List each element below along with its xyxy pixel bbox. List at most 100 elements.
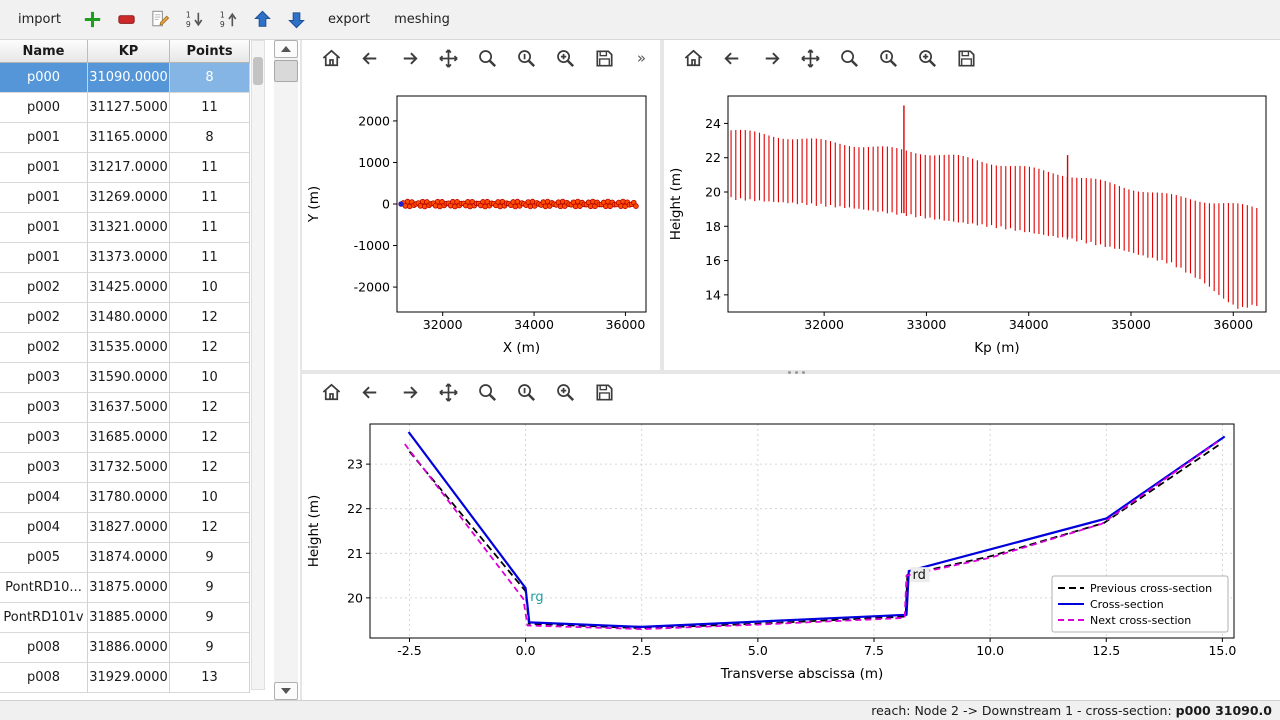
table-row[interactable]: p00831929.000013 xyxy=(0,663,250,693)
table-cell: p001 xyxy=(0,153,88,183)
pan-button[interactable] xyxy=(797,45,823,71)
table-row[interactable]: p00031127.500011 xyxy=(0,93,250,123)
svg-text:7.5: 7.5 xyxy=(864,643,884,658)
move-down-button[interactable] xyxy=(283,6,310,33)
forward-icon xyxy=(760,47,783,70)
cross-section-toolbar-icons xyxy=(318,379,617,405)
pan-button[interactable] xyxy=(435,45,461,71)
table-cell: 31732.5000 xyxy=(88,453,170,483)
sort-ascending-button[interactable]: 19 xyxy=(215,6,242,33)
configure-subplots-button[interactable] xyxy=(875,45,901,71)
edit-axes-button[interactable] xyxy=(552,45,578,71)
cross-section-plot[interactable]: rgrd-2.50.02.55.07.510.012.515.020212223… xyxy=(302,410,1280,700)
table-cell: PontRD10... xyxy=(0,573,88,603)
move-up-button[interactable] xyxy=(249,6,276,33)
table-row[interactable]: p00331685.000012 xyxy=(0,423,250,453)
edit-axes-button[interactable] xyxy=(914,45,940,71)
pan-button[interactable] xyxy=(435,379,461,405)
panel-scrollbar-track[interactable] xyxy=(274,84,298,682)
table-row[interactable]: p00031090.00008 xyxy=(0,63,250,93)
table-row[interactable]: p00331732.500012 xyxy=(0,453,250,483)
table-row[interactable]: p00231480.000012 xyxy=(0,303,250,333)
svg-text:2000: 2000 xyxy=(358,113,390,128)
table-row[interactable]: p00131321.000011 xyxy=(0,213,250,243)
home-button[interactable] xyxy=(318,45,344,71)
edit-axes-button[interactable] xyxy=(552,379,578,405)
panel-scrollbar[interactable] xyxy=(274,40,298,700)
arrow-up-icon xyxy=(281,46,291,52)
toolbar-extension-button[interactable]: » xyxy=(633,49,650,67)
back-button[interactable] xyxy=(357,45,383,71)
sort-descending-button[interactable]: 19 xyxy=(181,6,208,33)
table-cell: p008 xyxy=(0,633,88,663)
table-cell: 11 xyxy=(170,213,250,243)
svg-text:12.5: 12.5 xyxy=(1092,643,1120,658)
table-row[interactable]: p00131165.00008 xyxy=(0,123,250,153)
save-button[interactable] xyxy=(591,45,617,71)
table-cell: PontRD101v xyxy=(0,603,88,633)
scroll-down-button[interactable] xyxy=(274,682,298,700)
edit-icon xyxy=(149,8,172,31)
svg-text:33000: 33000 xyxy=(907,317,947,332)
table-row[interactable]: p00431780.000010 xyxy=(0,483,250,513)
splitter-handle[interactable] xyxy=(788,369,805,375)
home-button[interactable] xyxy=(680,45,706,71)
column-header-name[interactable]: Name xyxy=(0,40,88,62)
table-row[interactable]: p00131217.000011 xyxy=(0,153,250,183)
table-cell: 11 xyxy=(170,93,250,123)
table-row[interactable]: p00231425.000010 xyxy=(0,273,250,303)
configure-subplots-button[interactable] xyxy=(513,45,539,71)
plan-view-plot[interactable]: 320003400036000-2000-1000010002000X (m)Y… xyxy=(302,76,660,370)
forward-button[interactable] xyxy=(396,45,422,71)
table-row[interactable]: p00131269.000011 xyxy=(0,183,250,213)
table-cell: 31590.0000 xyxy=(88,363,170,393)
remove-button[interactable] xyxy=(113,6,140,33)
table-scrollbar-thumb[interactable] xyxy=(253,57,263,85)
table-row[interactable]: p00131373.000011 xyxy=(0,243,250,273)
cross-sections-table: Name KP Points p00031090.00008p00031127.… xyxy=(0,40,250,693)
profile-plot[interactable]: 3200033000340003500036000141618202224Kp … xyxy=(664,76,1280,370)
table-row[interactable]: p00331590.000010 xyxy=(0,363,250,393)
edit-axes-icon xyxy=(916,47,939,70)
home-button[interactable] xyxy=(318,379,344,405)
back-button[interactable] xyxy=(357,379,383,405)
cross-section-toolbar xyxy=(302,374,1280,410)
back-icon xyxy=(359,381,382,404)
svg-text:18: 18 xyxy=(705,219,721,234)
table-row[interactable]: p00431827.000012 xyxy=(0,513,250,543)
zoom-button[interactable] xyxy=(836,45,862,71)
export-button[interactable]: export xyxy=(322,8,376,31)
table-cell: p001 xyxy=(0,243,88,273)
table-scrollbar[interactable] xyxy=(251,40,265,690)
forward-icon xyxy=(398,381,421,404)
back-button[interactable] xyxy=(719,45,745,71)
panel-scrollbar-thumb[interactable] xyxy=(274,60,298,82)
table-cell: 31269.0000 xyxy=(88,183,170,213)
zoom-button[interactable] xyxy=(474,379,500,405)
svg-text:-2000: -2000 xyxy=(354,280,390,295)
table-row[interactable]: p00231535.000012 xyxy=(0,333,250,363)
save-icon xyxy=(593,381,616,404)
save-button[interactable] xyxy=(591,379,617,405)
configure-subplots-button[interactable] xyxy=(513,379,539,405)
table-row[interactable]: PontRD101v31885.00009 xyxy=(0,603,250,633)
table-row[interactable]: p00531874.00009 xyxy=(0,543,250,573)
edit-button[interactable] xyxy=(147,6,174,33)
zoom-button[interactable] xyxy=(474,45,500,71)
table-cell: 31535.0000 xyxy=(88,333,170,363)
svg-text:23: 23 xyxy=(347,457,363,472)
table-row[interactable]: PontRD10...31875.00009 xyxy=(0,573,250,603)
plan-view-panel: » 320003400036000-2000-1000010002000X (m… xyxy=(302,40,660,370)
import-button[interactable]: import xyxy=(12,8,67,31)
svg-text:Kp (m): Kp (m) xyxy=(974,340,1019,356)
forward-button[interactable] xyxy=(396,379,422,405)
scroll-up-button[interactable] xyxy=(274,40,298,58)
meshing-button[interactable]: meshing xyxy=(388,8,456,31)
column-header-kp[interactable]: KP xyxy=(88,40,170,62)
forward-button[interactable] xyxy=(758,45,784,71)
table-row[interactable]: p00331637.500012 xyxy=(0,393,250,423)
add-button[interactable] xyxy=(79,6,106,33)
table-row[interactable]: p00831886.00009 xyxy=(0,633,250,663)
column-header-points[interactable]: Points xyxy=(170,40,250,62)
save-button[interactable] xyxy=(953,45,979,71)
